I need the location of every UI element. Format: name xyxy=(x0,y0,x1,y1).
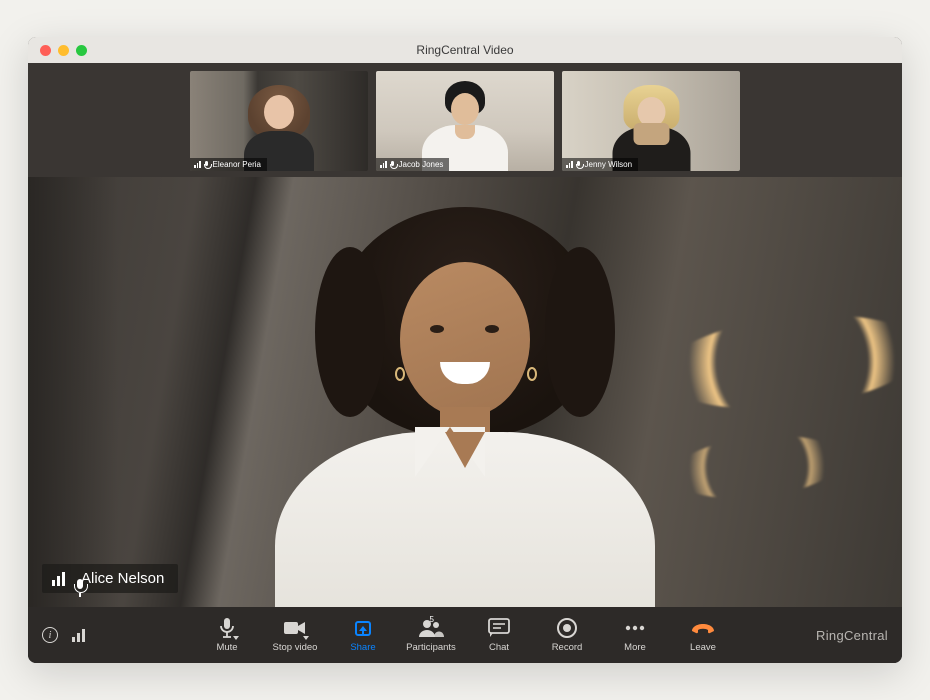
participants-icon: 5 xyxy=(418,617,444,639)
participant-video xyxy=(376,71,554,171)
record-icon xyxy=(556,617,578,639)
microphone-icon xyxy=(204,161,210,169)
window-title: RingCentral Video xyxy=(28,43,902,57)
speaker-name: Alice Nelson xyxy=(81,570,164,587)
participant-thumbnail[interactable]: Jenny Wilson xyxy=(562,71,740,171)
chevron-down-icon xyxy=(303,636,309,640)
more-icon xyxy=(624,617,646,639)
participant-thumbnails: Eleanor Peria Jacob Jones xyxy=(28,63,902,177)
participant-name: Jenny Wilson xyxy=(585,160,633,169)
chat-button[interactable]: Chat xyxy=(468,617,530,653)
meeting-toolbar: i Mute Stop video xyxy=(28,607,902,663)
window-maximize-button[interactable] xyxy=(76,45,87,56)
participant-thumbnail[interactable]: Eleanor Peria xyxy=(190,71,368,171)
signal-icon xyxy=(52,572,65,586)
button-label: Chat xyxy=(489,642,509,653)
more-button[interactable]: More xyxy=(604,617,666,653)
participants-button[interactable]: 5 Participants xyxy=(400,617,462,653)
share-button[interactable]: Share xyxy=(332,617,394,653)
participant-label: Jacob Jones xyxy=(376,158,449,171)
participant-label: Eleanor Peria xyxy=(190,158,267,171)
button-label: Leave xyxy=(690,642,716,653)
speaker-label: Alice Nelson xyxy=(42,564,178,593)
leave-button[interactable]: Leave xyxy=(672,617,734,653)
button-label: Share xyxy=(350,642,375,653)
participant-name: Eleanor Peria xyxy=(213,160,261,169)
participants-count-badge: 5 xyxy=(430,615,434,624)
titlebar: RingCentral Video xyxy=(28,37,902,63)
record-button[interactable]: Record xyxy=(536,617,598,653)
signal-icon xyxy=(380,161,387,168)
signal-icon xyxy=(194,161,201,168)
traffic-lights xyxy=(28,45,87,56)
button-label: Mute xyxy=(216,642,237,653)
microphone-icon xyxy=(217,617,237,639)
window-minimize-button[interactable] xyxy=(58,45,69,56)
brand-label: RingCentral xyxy=(778,628,888,643)
share-screen-icon xyxy=(355,617,371,639)
chat-icon xyxy=(488,617,510,639)
microphone-icon xyxy=(576,161,582,169)
signal-icon xyxy=(566,161,573,168)
info-button[interactable]: i xyxy=(42,627,58,643)
stop-video-button[interactable]: Stop video xyxy=(264,617,326,653)
main-speaker-video[interactable]: Alice Nelson xyxy=(28,177,902,607)
video-camera-icon xyxy=(283,617,307,639)
video-frame xyxy=(28,177,902,607)
mute-button[interactable]: Mute xyxy=(196,617,258,653)
button-label: Participants xyxy=(406,642,456,653)
button-label: Record xyxy=(552,642,583,653)
button-label: More xyxy=(624,642,646,653)
participant-label: Jenny Wilson xyxy=(562,158,638,171)
participant-video xyxy=(562,71,740,171)
hangup-icon xyxy=(690,617,716,639)
window-close-button[interactable] xyxy=(40,45,51,56)
participant-video xyxy=(190,71,368,171)
app-window: RingCentral Video Eleanor Peria xyxy=(28,37,902,663)
chevron-down-icon xyxy=(233,636,239,640)
participant-name: Jacob Jones xyxy=(399,160,444,169)
participant-thumbnail[interactable]: Jacob Jones xyxy=(376,71,554,171)
connection-quality-button[interactable] xyxy=(72,629,85,642)
button-label: Stop video xyxy=(273,642,318,653)
microphone-icon xyxy=(390,161,396,169)
